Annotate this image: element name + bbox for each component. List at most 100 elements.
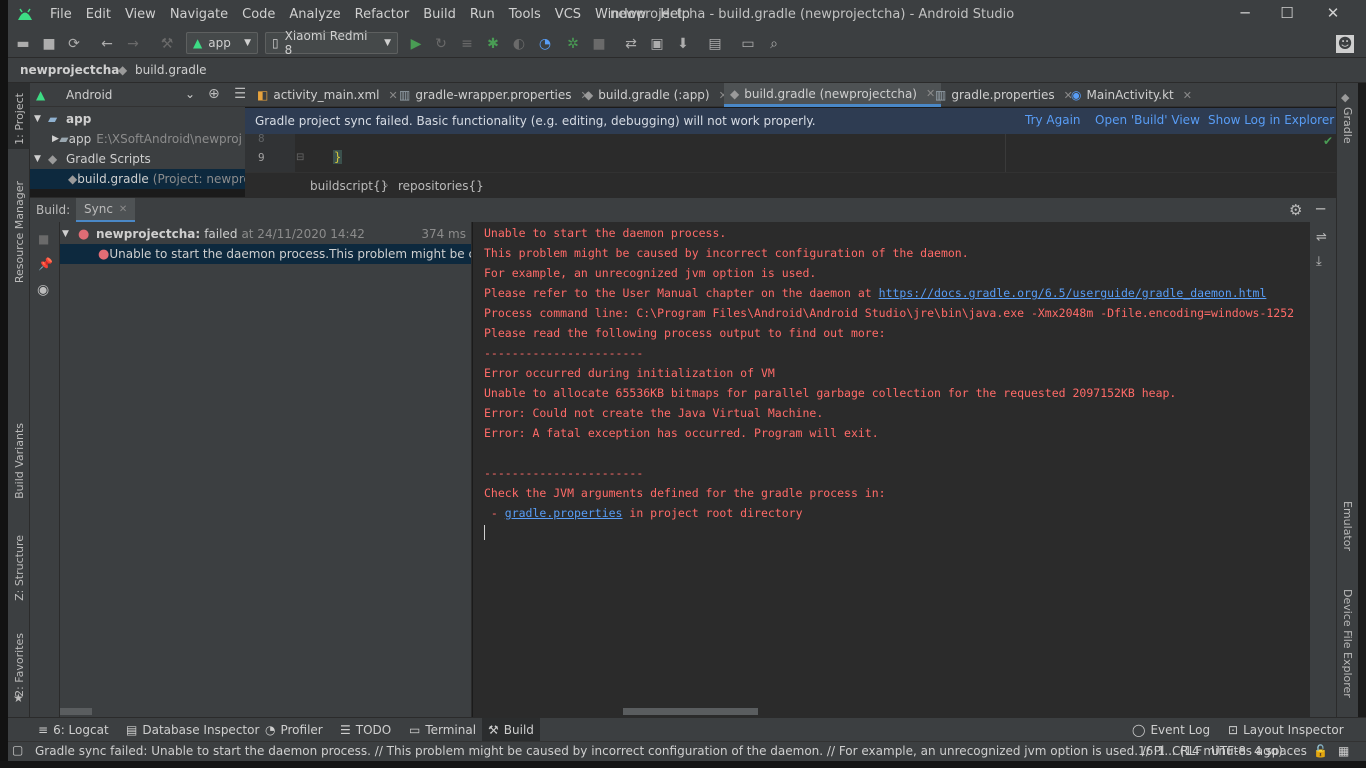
maximize-button[interactable]: ☐ [1264,4,1310,26]
tree-item-gradle-scripts[interactable]: ▼ ◆ Gradle Scripts [34,149,151,169]
forward-arrow-icon[interactable]: → [124,35,142,53]
tab-main-activity[interactable]: ◉ MainActivity.kt ✕ [1065,83,1198,107]
tree-item-app-folder[interactable]: ▶ ▰ app E:\XSoftAndroid\newproj [52,129,242,149]
rerun-icon[interactable]: ↻ [432,35,450,53]
run-config-select[interactable]: ▲ app ▼ [186,32,258,54]
menu-tools[interactable]: Tools [501,7,547,22]
build-error-row[interactable]: ● Unable to start the daemon process.Thi… [60,244,471,264]
open-folder-icon[interactable]: ▬ [14,35,32,53]
tab-gradle-properties[interactable]: ▥ gradle.properties ✕ [929,83,1079,107]
tab-activity-main[interactable]: ◧ activity_main.xml ✕ [251,83,404,107]
tool-build-variants[interactable]: Build Variants [13,423,26,499]
tab-event-log[interactable]: ◯ Event Log [1126,718,1216,742]
gradle-daemon-docs-link[interactable]: https://docs.gradle.org/6.5/userguide/gr… [879,286,1267,300]
locate-icon[interactable]: ⊕ [208,86,220,102]
menu-build[interactable]: Build [415,7,462,22]
debug-icon[interactable]: ✱ [484,35,502,53]
gear-icon[interactable]: ⚙ [1289,201,1302,219]
code-editor[interactable]: } ✔ [245,134,1336,172]
build-hammer-icon[interactable]: ⚒ [158,35,176,53]
project-structure-icon[interactable]: ▤ [706,35,724,53]
menu-code[interactable]: Code [234,7,281,22]
pin-icon[interactable]: 📌 [38,257,53,271]
gradle-properties-link[interactable]: gradle.properties [505,506,623,520]
breadcrumb-file[interactable]: build.gradle [135,63,207,77]
scroll-to-end-icon[interactable]: ⤓ [1316,254,1322,269]
file-encoding[interactable]: UTF-8 [1211,744,1246,758]
menu-analyze[interactable]: Analyze [281,7,346,22]
save-all-icon[interactable]: ■ [40,35,58,53]
back-arrow-icon[interactable]: ← [98,35,116,53]
breadcrumb-buildscript[interactable]: buildscript{} [310,179,388,193]
tab-layout-inspector[interactable]: ⊡ Layout Inspector [1222,718,1350,742]
tool-project-tab[interactable]: 1: Project [8,83,30,149]
breadcrumb-project[interactable]: newprojectcha [20,63,119,77]
indent-setting[interactable]: 4 spaces [1254,744,1307,758]
tab-build-gradle-project[interactable]: ◆ build.gradle (newprojectcha) ✕ [724,83,942,107]
tool-windows-icon[interactable]: ▢ [12,743,23,757]
open-build-view-link[interactable]: Open 'Build' View [1095,113,1200,127]
horizontal-scrollbar[interactable] [623,708,758,715]
close-tab-icon[interactable]: ✕ [119,204,127,215]
horizontal-scrollbar[interactable] [60,708,92,715]
menu-vcs[interactable]: VCS [547,7,587,22]
menu-refactor[interactable]: Refactor [347,7,416,22]
minimize-button[interactable]: ─ [1222,4,1268,26]
tree-item-build-gradle[interactable]: ◆ build.gradle (Project: newproj [30,169,245,189]
apply-changes-icon[interactable]: ≡ [458,35,476,53]
soft-wrap-icon[interactable]: ⇌ [1316,230,1327,245]
chevron-down-icon[interactable]: ⌄ [185,87,195,101]
sync-icon[interactable]: ⟳ [65,35,83,53]
menu-navigate[interactable]: Navigate [162,7,234,22]
menu-run[interactable]: Run [462,7,501,22]
menu-view[interactable]: View [117,7,162,22]
tool-emulator[interactable]: Emulator [1341,501,1354,551]
menu-edit[interactable]: Edit [78,7,117,22]
tab-database-inspector[interactable]: ▤ Database Inspector [120,718,265,742]
memory-icon[interactable]: ▦ [1338,744,1349,758]
show-log-link[interactable]: Show Log in Explorer [1208,113,1334,127]
tool-device-file-explorer[interactable]: Device File Explorer [1341,589,1354,698]
eye-icon[interactable]: ◉ [37,282,49,298]
lock-icon[interactable]: 🔓 [1313,744,1328,758]
tab-logcat[interactable]: ≡ 6: Logcat [32,718,115,742]
build-console[interactable]: Unable to start the daemon process. This… [473,222,1309,717]
caret-position[interactable]: 16:1 [1138,744,1165,758]
tab-terminal[interactable]: ▭ Terminal [403,718,482,742]
close-button[interactable]: ✕ [1310,4,1356,26]
sync-tab[interactable]: Sync ✕ [76,198,136,223]
run-icon[interactable]: ▶ [407,35,425,53]
tab-build[interactable]: ⚒ Build [482,718,540,742]
tab-gradle-wrapper[interactable]: ▥ gradle-wrapper.properties ✕ [393,83,596,107]
project-view-selector[interactable]: Android [66,88,112,102]
breadcrumb-repositories[interactable]: repositories{} [398,179,484,193]
tool-gradle[interactable]: Gradle [1341,107,1354,144]
tree-item-app-module[interactable]: ▼ ▰ app [34,109,91,129]
sdk-manager-icon[interactable]: ⬇ [674,35,692,53]
profile-icon[interactable]: ◔ [536,35,554,53]
tab-build-gradle-app[interactable]: ◆ build.gradle (:app) ✕ [578,83,734,107]
tab-todo[interactable]: ☰ TODO [334,718,397,742]
search-icon[interactable]: ⌕ [765,35,783,53]
try-again-link[interactable]: Try Again [1025,113,1081,127]
stop-icon[interactable]: ■ [38,232,49,246]
attach-debugger-icon[interactable]: ✲ [564,35,582,53]
status-message[interactable]: Gradle sync failed: Unable to start the … [35,744,1283,758]
tool-structure[interactable]: Z: Structure [13,535,26,601]
presentation-icon[interactable]: ▭ [739,35,757,53]
coverage-icon[interactable]: ◐ [510,35,528,53]
close-tab-icon[interactable]: ✕ [1183,89,1192,102]
tab-profiler[interactable]: ◔ Profiler [259,718,329,742]
tool-resource-manager[interactable]: Resource Manager [13,181,26,283]
user-avatar-icon[interactable]: ☻ [1336,35,1354,53]
sync-gradle-icon[interactable]: ⇄ [622,35,640,53]
avd-manager-icon[interactable]: ▣ [648,35,666,53]
menu-file[interactable]: File [42,7,78,22]
line-separator[interactable]: CRLF [1172,744,1202,758]
stop-icon[interactable]: ■ [590,35,608,53]
build-tree-root[interactable]: ▼ ● newprojectcha: failed at 24/11/2020 … [62,224,471,244]
tool-favorites[interactable]: 2: Favorites [13,633,26,697]
fold-icon[interactable]: ⊟ [296,152,304,163]
device-select[interactable]: ▯ Xiaomi Redmi 8 ▼ [265,29,398,57]
minimize-panel-icon[interactable]: ─ [1316,200,1325,218]
